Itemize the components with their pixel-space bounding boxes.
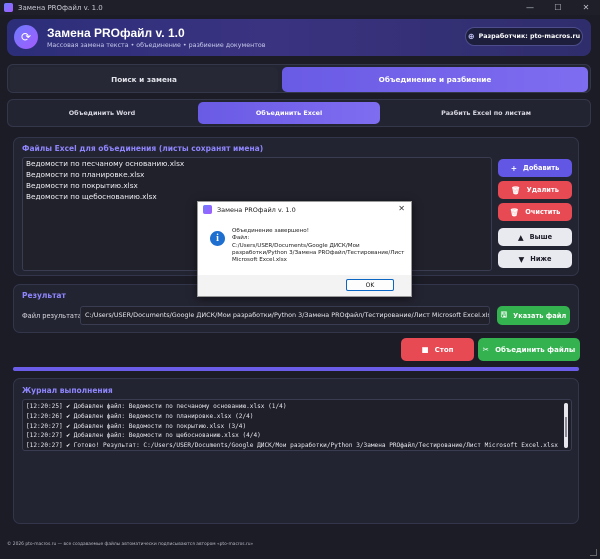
progress-bar — [13, 367, 579, 371]
list-item[interactable]: Ведомости по планировке.xlsx — [23, 169, 491, 180]
window-controls: — ☐ ✕ — [516, 0, 600, 15]
dialog-path: C:/Users/USER/Documents/Google ДИСК/Мои … — [232, 242, 405, 264]
log-text: Готово! Результат: C:/Users/USER/Documen… — [70, 442, 558, 450]
app-window: Замена PROфайл v. 1.0 — ☐ ✕ ⟳ Замена PRO… — [0, 0, 600, 559]
log-box[interactable]: [12:20:25] ✔ Добавлен файл: Ведомости по… — [22, 399, 572, 451]
log-panel: Журнал выполнения [12:20:25] ✔ Добавлен … — [13, 378, 579, 524]
result-file-input[interactable]: C:/Users/USER/Documents/Google ДИСК/Мои … — [80, 306, 490, 325]
refresh-logo-icon: ⟳ — [14, 25, 38, 49]
result-file-label: Файл результата: — [22, 312, 85, 320]
merge-files-label: Объединить файлы — [495, 345, 576, 354]
app-title: Замена PROфайл v. 1.0 — [47, 26, 185, 40]
log-time: [12:20:27] — [26, 432, 63, 440]
developer-button[interactable]: ⊕ Разработчик: pto-macros.ru — [465, 27, 583, 46]
app-icon — [203, 205, 212, 214]
log-time: [12:20:26] — [26, 412, 63, 420]
main-tabs: Поиск и замена Объединение и разбиение — [7, 64, 591, 93]
delete-label: Удалить — [526, 186, 559, 194]
footer-text: © 2026 pto-macros.ru — все создаваемые ф… — [7, 542, 254, 547]
log-time: [12:20:27] — [26, 422, 63, 430]
stop-button[interactable]: ■ Стоп — [401, 338, 474, 361]
move-down-label: Ниже — [530, 255, 552, 263]
log-time: [12:20:27] — [26, 442, 63, 450]
list-item[interactable]: Ведомости по песчаному основанию.xlsx — [23, 158, 491, 169]
arrow-down-icon: ▼ — [518, 254, 525, 264]
info-dialog: Замена PROфайл v. 1.0 ✕ i Объединение за… — [197, 201, 412, 297]
add-button[interactable]: + Добавить — [498, 159, 572, 177]
dialog-line: Файл: — [232, 235, 250, 242]
move-down-button[interactable]: ▼ Ниже — [498, 250, 572, 268]
close-icon[interactable]: ✕ — [398, 204, 405, 213]
log-line: [12:20:27] ✔ Готово! Результат: C:/Users… — [26, 441, 571, 451]
window-titlebar: Замена PROфайл v. 1.0 — ☐ ✕ — [0, 0, 600, 15]
arrow-up-icon: ▲ — [517, 232, 524, 242]
tab-merge-split[interactable]: Объединение и разбиение — [282, 67, 588, 92]
clear-button[interactable]: 🗑 Очистить — [498, 203, 572, 221]
app-icon — [4, 3, 13, 12]
trash-icon: 🗑 — [511, 185, 521, 195]
progress-fill — [13, 367, 579, 371]
add-label: Добавить — [523, 164, 560, 172]
dialog-message: Объединение завершено! Файл: C:/Users/US… — [232, 228, 408, 264]
delete-button[interactable]: 🗑 Удалить — [498, 181, 572, 199]
scrollbar-thumb[interactable] — [565, 417, 567, 437]
dialog-line: Объединение завершено! — [232, 228, 309, 234]
files-panel-title: Файлы Excel для объединения (листы сохра… — [22, 144, 264, 153]
subtab-split-excel[interactable]: Разбить Excel по листам — [384, 102, 588, 124]
globe-icon: ⊕ — [467, 32, 475, 41]
result-panel-title: Результат — [22, 291, 66, 300]
developer-label: Разработчик: pto-macros.ru — [478, 33, 581, 40]
dialog-title: Замена PROфайл v. 1.0 — [217, 205, 296, 214]
log-panel-title: Журнал выполнения — [22, 386, 113, 395]
clear-label: Очистить — [525, 208, 561, 216]
save-icon: 🖫 — [500, 310, 508, 319]
list-item[interactable]: Ведомости по покрытию.xlsx — [23, 180, 491, 191]
stop-label: Стоп — [434, 345, 454, 354]
scissors-icon: ✂ — [482, 345, 490, 354]
close-icon[interactable]: ✕ — [572, 0, 600, 15]
app-subtitle: Массовая замена текста • объединение • р… — [47, 42, 266, 49]
move-up-button[interactable]: ▲ Выше — [498, 228, 572, 246]
move-up-label: Выше — [529, 233, 553, 241]
log-text: Добавлен файл: Ведомости по щебоснованию… — [70, 432, 261, 440]
choose-file-label: Указать файл — [513, 311, 567, 320]
log-line: [12:20:25] ✔ Добавлен файл: Ведомости по… — [26, 402, 571, 412]
window-title: Замена PROфайл v. 1.0 — [18, 3, 103, 12]
resize-grip-icon[interactable] — [590, 549, 597, 556]
dialog-titlebar: Замена PROфайл v. 1.0 ✕ — [198, 202, 411, 217]
subtab-merge-excel[interactable]: Объединить Excel — [198, 102, 380, 124]
log-time: [12:20:25] — [26, 403, 63, 410]
trash-icon: 🗑 — [509, 207, 520, 217]
app-header: ⟳ Замена PROфайл v. 1.0 Массовая замена … — [7, 19, 591, 56]
log-text: Добавлен файл: Ведомости по покрытию.xls… — [70, 422, 247, 430]
ok-button[interactable]: OK — [346, 279, 394, 291]
merge-files-button[interactable]: ✂ Объединить файлы — [478, 338, 580, 361]
minimize-icon[interactable]: — — [516, 0, 544, 15]
dialog-body: i Объединение завершено! Файл: C:/Users/… — [198, 217, 411, 275]
log-text: Добавлен файл: Ведомости по песчаному ос… — [70, 403, 287, 410]
info-icon: i — [210, 231, 225, 246]
tab-search-replace[interactable]: Поиск и замена — [10, 67, 278, 92]
log-text: Добавлен файл: Ведомости по планировке.x… — [70, 412, 254, 420]
maximize-icon[interactable]: ☐ — [544, 0, 572, 15]
log-line: [12:20:26] ✔ Добавлен файл: Ведомости по… — [26, 412, 571, 422]
plus-icon: + — [510, 163, 518, 173]
subtab-merge-word[interactable]: Объединить Word — [10, 102, 194, 124]
stop-icon: ■ — [421, 345, 429, 354]
choose-file-button[interactable]: 🖫 Указать файл — [497, 306, 570, 325]
log-scrollbar[interactable] — [564, 403, 568, 448]
sub-tabs: Объединить Word Объединить Excel Разбить… — [7, 99, 591, 127]
log-line: [12:20:27] ✔ Добавлен файл: Ведомости по… — [26, 422, 571, 432]
log-line: [12:20:27] ✔ Добавлен файл: Ведомости по… — [26, 431, 571, 441]
